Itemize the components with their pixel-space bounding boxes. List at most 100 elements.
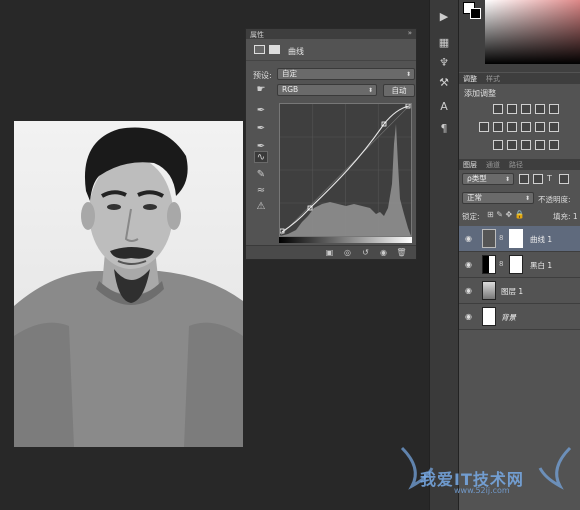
preset-value: 自定 <box>282 69 297 78</box>
clone-source-icon[interactable]: ♆ <box>436 56 452 70</box>
link-chain-icon[interactable]: 8 <box>499 260 503 268</box>
visibility-eye-icon[interactable]: ◉ <box>465 234 472 243</box>
levels-icon[interactable] <box>507 104 517 114</box>
layer-name[interactable]: 图层 1 <box>501 286 523 297</box>
tab-styles[interactable]: 样式 <box>486 74 500 84</box>
auto-button[interactable]: 自动 <box>383 84 415 97</box>
filter-shape-icon[interactable] <box>559 174 569 184</box>
properties-footer: ▣ ◎ ↺ ◉ 🗑 <box>246 245 416 259</box>
character-icon[interactable]: A <box>436 100 452 114</box>
layer-name[interactable]: 黑白 1 <box>530 260 552 271</box>
gradient-map-icon[interactable] <box>535 140 545 150</box>
layer-kind-filter[interactable]: ρ类型 ⬍ <box>462 173 514 185</box>
link-chain-icon[interactable]: 8 <box>499 234 503 242</box>
dropdown-arrow-icon: ⬍ <box>524 195 530 202</box>
preset-label: 预设: <box>253 71 272 80</box>
fill-label: 填充: 1 <box>553 212 578 221</box>
visibility-eye-icon[interactable]: ◉ <box>465 260 472 269</box>
view-previous-state-icon[interactable]: ◎ <box>342 248 353 258</box>
channel-dropdown[interactable]: RGB ⬍ <box>277 84 377 96</box>
hue-saturation-icon[interactable] <box>479 122 489 132</box>
tab-adjustments[interactable]: 调整 <box>463 74 477 84</box>
threshold-icon[interactable] <box>521 140 531 150</box>
black-white-layer-icon <box>482 255 496 274</box>
lock-label: 锁定: <box>462 212 480 221</box>
layers-tab-bar: 图层 通道 路径 <box>459 159 580 170</box>
clip-to-layer-icon[interactable]: ▣ <box>324 248 335 258</box>
sample-gray-eyedropper-icon[interactable]: ✒ <box>254 123 268 135</box>
layer-mask-thumbnail[interactable] <box>509 255 523 274</box>
brush-presets-icon[interactable]: ▦ <box>436 36 452 50</box>
filter-adjustment-icon[interactable] <box>533 174 543 184</box>
tab-layers[interactable]: 图层 <box>463 160 477 170</box>
layer-row[interactable]: ◉ 背景 <box>459 304 580 330</box>
blend-mode-value: 正常 <box>467 193 482 202</box>
delete-trash-icon[interactable]: 🗑 <box>396 248 407 258</box>
collapse-icon[interactable]: » <box>408 29 412 37</box>
vibrance-icon[interactable] <box>549 104 559 114</box>
properties-tab[interactable]: 属性 <box>250 30 264 40</box>
watermark-url: www.52ij.com <box>454 486 510 495</box>
posterize-icon[interactable] <box>507 140 517 150</box>
layer-mask-thumbnail[interactable] <box>509 229 523 248</box>
color-balance-icon[interactable] <box>493 122 503 132</box>
visibility-eye-icon[interactable]: ◉ <box>465 312 472 321</box>
tab-channels[interactable]: 通道 <box>486 160 500 170</box>
adjustment-title: 曲线 <box>288 47 304 56</box>
background-color-swatch[interactable] <box>470 8 481 19</box>
layer-row[interactable]: ◉ 8 曲线 1 <box>459 226 580 252</box>
dropdown-arrow-icon: ⬍ <box>504 176 510 183</box>
adjustments-tab-bar: 调整 样式 <box>459 73 580 84</box>
properties-tab-bar: 属性 » <box>246 29 416 39</box>
blend-mode-dropdown[interactable]: 正常 ⬍ <box>462 192 534 204</box>
lock-pixels-icon[interactable]: ⊞ ✎ ✥ 🔒 <box>487 210 525 219</box>
opacity-label: 不透明度: <box>538 195 571 204</box>
smooth-curve-icon[interactable]: ≈ <box>254 185 268 197</box>
filter-type-icon[interactable]: T <box>547 174 552 183</box>
layer-thumbnail[interactable] <box>482 307 496 326</box>
layer-name[interactable]: 背景 <box>501 312 516 323</box>
color-panel <box>459 0 580 72</box>
layer-mask-icon[interactable] <box>269 45 280 54</box>
filter-pixel-icon[interactable] <box>519 174 529 184</box>
portrait-photo <box>14 121 243 447</box>
dropdown-arrow-icon: ⬍ <box>405 71 411 78</box>
properties-header: 曲线 <box>246 41 416 61</box>
channel-mixer-icon[interactable] <box>535 122 545 132</box>
add-adjustment-label: 添加调整 <box>464 89 496 98</box>
hand-adjust-icon[interactable]: ☛ <box>254 84 268 96</box>
layer-row[interactable]: ◉ 8 黑白 1 <box>459 252 580 278</box>
layer-row[interactable]: ◉ 图层 1 <box>459 278 580 304</box>
curves-icon[interactable] <box>521 104 531 114</box>
layer-thumbnail[interactable] <box>482 281 496 300</box>
color-lookup-icon[interactable] <box>549 122 559 132</box>
draw-curve-pencil-icon[interactable]: ✎ <box>254 169 268 181</box>
sample-black-eyedropper-icon[interactable]: ✒ <box>254 105 268 117</box>
kind-filter-value: ρ类型 <box>467 174 487 183</box>
curves-graph[interactable] <box>279 103 412 237</box>
reset-icon[interactable]: ↺ <box>360 248 371 258</box>
paragraph-icon[interactable]: ¶ <box>436 122 452 136</box>
input-gradient-bar <box>279 237 412 243</box>
visibility-eye-icon[interactable]: ◉ <box>378 248 389 258</box>
exposure-icon[interactable] <box>535 104 545 114</box>
photo-filter-icon[interactable] <box>521 122 531 132</box>
dropdown-arrow-icon: ⬍ <box>367 87 373 94</box>
tool-presets-icon[interactable]: ⚒ <box>436 76 452 90</box>
layer-name[interactable]: 曲线 1 <box>530 234 552 245</box>
curves-layer-icon <box>482 229 496 248</box>
edit-points-curve-icon[interactable]: ∿ <box>254 151 268 163</box>
color-picker-field[interactable] <box>485 0 580 64</box>
clipping-warning-icon[interactable]: ⚠ <box>254 201 268 213</box>
brightness-contrast-icon[interactable] <box>493 104 503 114</box>
selective-color-icon[interactable] <box>549 140 559 150</box>
play-icon[interactable]: ▶ <box>436 10 452 24</box>
channel-value: RGB <box>282 85 299 94</box>
visibility-eye-icon[interactable]: ◉ <box>465 286 472 295</box>
preset-dropdown[interactable]: 自定 ⬍ <box>277 68 415 80</box>
invert-icon[interactable] <box>493 140 503 150</box>
right-panel-dock: 调整 样式 添加调整 图层 通道 路径 ρ类型 ⬍ T 正常 ⬍ 不透明度: 锁… <box>459 0 580 510</box>
tab-paths[interactable]: 路径 <box>509 160 523 170</box>
black-white-icon[interactable] <box>507 122 517 132</box>
properties-panel: 属性 » 曲线 预设: 自定 ⬍ ☛ RGB ⬍ 自动 ✒ ✒ ✒ ∿ ✎ ≈ … <box>245 28 417 260</box>
